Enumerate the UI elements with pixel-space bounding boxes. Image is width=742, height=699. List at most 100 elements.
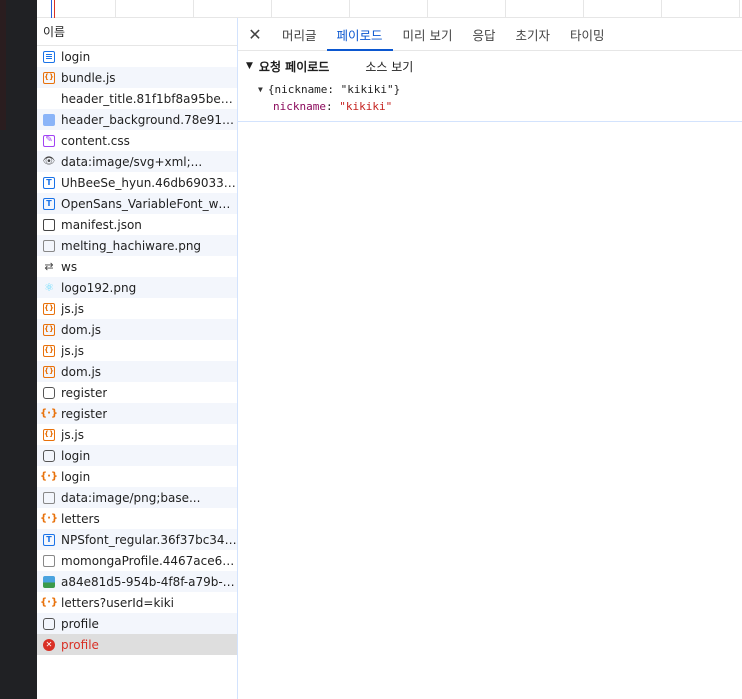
payload-section-title: 요청 페이로드 <box>258 59 330 74</box>
font-icon: T <box>43 197 55 210</box>
image-icon <box>43 491 55 504</box>
request-row[interactable]: {} dom.js <box>37 361 237 382</box>
document-icon <box>43 50 55 63</box>
request-row[interactable]: momongaProfile.4467ace69ba... <box>37 550 237 571</box>
script-icon: {} <box>43 344 55 357</box>
timeline-gridline <box>661 0 662 18</box>
request-list: login {} bundle.js header_title.81f1bf8a95b… <box>37 46 237 655</box>
timeline-gridline <box>115 0 116 18</box>
request-name: login <box>61 49 91 64</box>
request-name: data:image/png;base... <box>61 490 201 505</box>
tab-payload[interactable]: 페이로드 <box>326 18 393 51</box>
request-payload-section: ▼ 요청 페이로드 소스 보기 ▼ {nickname: "kikiki"} n… <box>238 51 742 122</box>
tab-preview[interactable]: 미리 보기 <box>393 18 463 50</box>
script-icon: {} <box>43 365 55 378</box>
image-icon <box>43 554 55 567</box>
request-row[interactable]: 👁 data:image/svg+xml;... <box>37 151 237 172</box>
close-icon[interactable]: ✕ <box>238 18 272 50</box>
font-icon: T <box>43 176 55 189</box>
timeline-gridline <box>271 0 272 18</box>
request-row[interactable]: {·} register <box>37 403 237 424</box>
left-edge-panel <box>0 0 37 699</box>
tab-response[interactable]: 응답 <box>463 18 506 50</box>
request-name: js.js <box>61 427 84 442</box>
request-row[interactable]: {} js.js <box>37 340 237 361</box>
tab-timing[interactable]: 타이밍 <box>560 18 615 50</box>
request-row[interactable]: T OpenSans_VariableFont_wdth_... <box>37 193 237 214</box>
request-row[interactable]: ✎ content.css <box>37 130 237 151</box>
payload-section-header[interactable]: ▼ 요청 페이로드 소스 보기 <box>238 51 742 81</box>
request-name: dom.js <box>61 322 102 337</box>
network-timeline <box>37 0 742 18</box>
font-icon: T <box>43 533 55 546</box>
request-row[interactable]: melting_hachiware.png <box>37 235 237 256</box>
request-row[interactable]: ⇄ ws <box>37 256 237 277</box>
detail-tab-bar: ✕ 머리글 페이로드 미리 보기 응답 초기자 타이밍 <box>238 18 742 51</box>
request-row[interactable]: header_background.78e91a9fc... <box>37 109 237 130</box>
request-name: ws <box>61 259 78 274</box>
request-row[interactable]: login <box>37 46 237 67</box>
request-row[interactable]: {} js.js <box>37 424 237 445</box>
request-name: bundle.js <box>61 70 116 85</box>
request-row[interactable]: T UhBeeSe_hyun.46db69033766... <box>37 172 237 193</box>
request-name: manifest.json <box>61 217 142 232</box>
fetch-icon: {·} <box>39 470 59 482</box>
left-edge-accent <box>0 0 6 130</box>
request-name: letters <box>61 511 100 526</box>
payload-object-summary-row[interactable]: ▼ {nickname: "kikiki"} <box>238 81 742 98</box>
request-row[interactable]: T NPSfont_regular.36f37bc346f1... <box>37 529 237 550</box>
timeline-gridline <box>583 0 584 18</box>
request-name: register <box>61 385 108 400</box>
image-icon: ⚛ <box>44 281 54 294</box>
image-icon <box>43 239 55 252</box>
payload-field-row: nickname: "kikiki" <box>238 98 742 115</box>
request-name: logo192.png <box>61 280 137 295</box>
request-row[interactable]: {·} letters?userId=kiki <box>37 592 237 613</box>
request-row[interactable]: {·} letters <box>37 508 237 529</box>
triangle-down-icon: ▼ <box>258 85 263 94</box>
request-name: UhBeeSe_hyun.46db69033766... <box>61 175 237 190</box>
request-row[interactable]: ✕ profile <box>37 634 237 655</box>
preflight-icon <box>43 617 55 630</box>
request-name: OpenSans_VariableFont_wdth_... <box>61 196 237 211</box>
request-row[interactable]: data:image/png;base... <box>37 487 237 508</box>
request-row[interactable]: manifest.json <box>37 214 237 235</box>
request-row[interactable]: register <box>37 382 237 403</box>
timeline-load-marker <box>54 0 55 18</box>
timeline-gridline <box>505 0 506 18</box>
request-name: header_title.81f1bf8a95be5f40... <box>61 91 237 106</box>
fetch-icon: {·} <box>39 512 59 524</box>
tab-initiator[interactable]: 초기자 <box>506 18 561 50</box>
tab-headers[interactable]: 머리글 <box>272 18 327 50</box>
request-name: js.js <box>61 301 84 316</box>
payload-field-key: nickname <box>273 100 326 113</box>
timeline-dom-content-loaded-marker <box>51 0 52 18</box>
request-row[interactable]: a84e81d5-954b-4f8f-a79b-d4... <box>37 571 237 592</box>
request-name: momongaProfile.4467ace69ba... <box>61 553 237 568</box>
request-row[interactable]: {} dom.js <box>37 319 237 340</box>
payload-object-summary: {nickname: "kikiki"} <box>267 83 401 96</box>
request-row[interactable]: {} bundle.js <box>37 67 237 88</box>
request-name: register <box>61 406 108 421</box>
payload-field-value: "kikiki" <box>339 100 393 113</box>
script-icon: {} <box>43 323 55 336</box>
payload-field-separator: : <box>325 100 340 113</box>
timeline-gridline <box>193 0 194 18</box>
name-column-header[interactable]: 이름 <box>37 18 237 46</box>
request-row[interactable]: {·} login <box>37 466 237 487</box>
fetch-icon: {·} <box>39 596 59 608</box>
image-icon <box>43 113 55 126</box>
script-icon: {} <box>43 428 55 441</box>
request-row[interactable]: ⚛ logo192.png <box>37 277 237 298</box>
request-row[interactable]: {} js.js <box>37 298 237 319</box>
request-row[interactable]: header_title.81f1bf8a95be5f40... <box>37 88 237 109</box>
view-source-link[interactable]: 소스 보기 <box>365 58 413 75</box>
request-name: melting_hachiware.png <box>61 238 202 253</box>
request-row[interactable]: login <box>37 445 237 466</box>
request-name: NPSfont_regular.36f37bc346f1... <box>61 532 237 547</box>
request-name: login <box>61 448 91 463</box>
request-row[interactable]: profile <box>37 613 237 634</box>
request-name: login <box>61 469 91 484</box>
payload-tree: ▼ {nickname: "kikiki"} nickname: "kikiki… <box>238 81 742 115</box>
triangle-down-icon: ▼ <box>246 61 253 71</box>
